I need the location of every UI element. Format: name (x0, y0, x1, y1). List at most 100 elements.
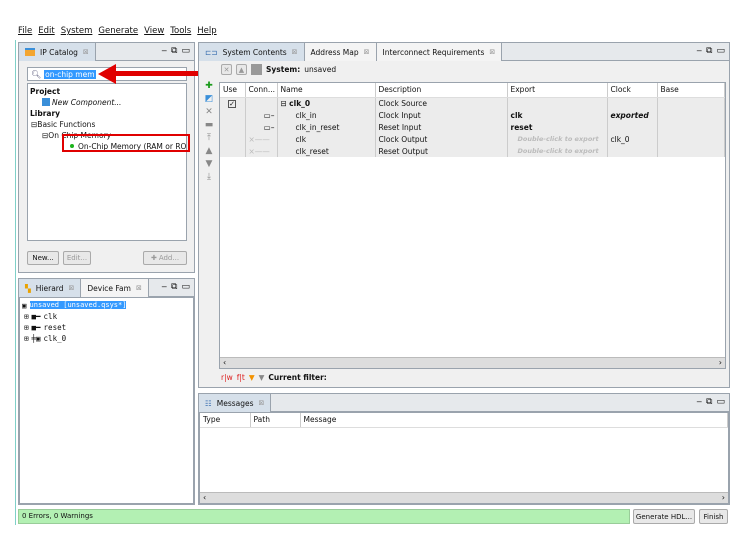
scroll-right-icon[interactable]: › (722, 493, 725, 503)
col-connections[interactable]: Conn... (245, 83, 278, 98)
row-name: clk_in (277, 109, 376, 121)
row-export[interactable]: Double-click to export (507, 133, 608, 145)
connection-line-icon[interactable]: ×—— (245, 133, 278, 145)
table-row[interactable]: ▭– clk_in Clock Input clk exported (220, 109, 725, 121)
col-base[interactable]: Base (657, 83, 725, 98)
connection-port-icon[interactable]: ▭– (245, 121, 278, 133)
clear-filter-icon[interactable]: ▼ (259, 373, 265, 382)
minimize-icon[interactable]: ‒ (696, 46, 702, 56)
move-top-icon[interactable]: ⤒ (207, 133, 211, 143)
scroll-left-icon[interactable]: ‹ (223, 358, 226, 368)
window-controls[interactable]: ‒ ⧉ ▭ (696, 397, 725, 407)
add-component-icon[interactable]: ◩ (205, 94, 214, 104)
col-export[interactable]: Export (507, 83, 608, 98)
close-icon[interactable]: ⊠ (136, 284, 142, 292)
horizontal-scrollbar[interactable]: ‹ › (200, 492, 728, 503)
row-export[interactable]: reset (507, 121, 608, 133)
row-export[interactable]: Double-click to export (507, 145, 608, 157)
tab-address-map[interactable]: Address Map ⊠ (304, 43, 377, 61)
search-icon: 🔍︎ (31, 69, 42, 79)
col-name[interactable]: Name (277, 83, 376, 98)
use-checkbox[interactable]: ✓ (228, 99, 236, 108)
col-type[interactable]: Type (200, 413, 251, 428)
remove-icon[interactable]: ✕ (205, 107, 213, 117)
col-description[interactable]: Description (375, 83, 508, 98)
expand-icon[interactable]: ⊞ (24, 334, 29, 343)
minimize-icon[interactable]: ‒ (696, 397, 702, 407)
close-icon[interactable]: ⊠ (69, 284, 75, 292)
menu-help[interactable]: Help (197, 26, 216, 36)
row-export[interactable]: clk (507, 109, 608, 121)
table-row[interactable]: ×—— clk Clock Output Double-click to export… (220, 133, 725, 145)
scroll-right-icon[interactable]: › (719, 358, 722, 368)
close-icon[interactable]: ⊠ (364, 48, 370, 56)
connection-port-icon[interactable]: ▭– (245, 109, 278, 121)
expand-icon[interactable]: ⊞ (24, 312, 29, 321)
menu-generate[interactable]: Generate (98, 26, 138, 36)
move-bottom-icon[interactable]: ⤓ (207, 172, 211, 182)
tab-device-family[interactable]: Device Fam ⊠ (81, 279, 149, 297)
window-controls[interactable]: ‒ ⧉ ▭ (161, 46, 190, 56)
maximize-icon[interactable]: ▭ (181, 46, 190, 56)
menu-edit[interactable]: Edit (38, 26, 54, 36)
restore-icon[interactable]: ⧉ (706, 397, 712, 407)
col-use[interactable]: Use (220, 83, 246, 98)
menu-tools[interactable]: Tools (170, 26, 191, 36)
menu-system[interactable]: System (61, 26, 93, 36)
horizontal-scrollbar[interactable]: ‹ › (220, 357, 725, 368)
component-icon (42, 98, 50, 106)
add-button[interactable]: ✚ Add... (143, 251, 187, 265)
tree-clk-0[interactable]: ⊞ ╪▣ clk_0 (24, 332, 66, 344)
search-value: on-chip mem (44, 69, 96, 79)
restore-icon[interactable]: ⧉ (171, 282, 177, 292)
row-clock[interactable]: exported (607, 109, 658, 121)
finish-button[interactable]: Finish (699, 509, 728, 524)
table-row[interactable]: ×—— clk_reset Reset Output Double-click to … (220, 145, 725, 157)
menu-file[interactable]: File (18, 26, 32, 36)
restore-icon[interactable]: ⧉ (171, 46, 177, 56)
move-up-icon[interactable]: ▲ (206, 146, 213, 156)
scroll-left-icon[interactable]: ‹ (203, 493, 206, 503)
close-icon[interactable]: ⊠ (292, 48, 298, 56)
col-path[interactable]: Path (250, 413, 301, 428)
tab-interconnect-requirements[interactable]: Interconnect Requirements ⊠ (376, 43, 503, 61)
add-icon[interactable]: ✚ (205, 81, 213, 91)
edit-icon[interactable]: ▬ (205, 120, 214, 130)
col-clock[interactable]: Clock (607, 83, 658, 98)
row-name: clk (277, 133, 376, 145)
maximize-icon[interactable]: ▭ (716, 46, 725, 56)
tab-ip-catalog[interactable]: IP Catalog ⊠ (19, 43, 96, 61)
system-name: unsaved (304, 65, 337, 74)
tab-system-contents[interactable]: ⊏⊐ System Contents ⊠ (199, 43, 305, 61)
filter-rw-icon[interactable]: r|w (221, 373, 233, 382)
minimize-icon[interactable]: ‒ (161, 282, 167, 292)
col-message[interactable]: Message (300, 413, 728, 428)
tab-messages[interactable]: ☷ Messages ⊠ (199, 394, 272, 412)
menu-view[interactable]: View (144, 26, 164, 36)
close-icon[interactable]: ⊠ (83, 48, 89, 56)
collapse-icon[interactable]: ⊟ (281, 99, 290, 108)
close-icon[interactable]: ⊠ (489, 48, 495, 56)
stop-icon[interactable]: ✕ (221, 64, 232, 75)
minimize-icon[interactable]: ‒ (161, 46, 167, 56)
table-row[interactable]: ▭– clk_in_reset Reset Input reset (220, 121, 725, 133)
up-icon[interactable]: ▲ (236, 64, 247, 75)
filter-icon[interactable]: ▼ (249, 373, 255, 382)
filter-ft-icon[interactable]: f|t (237, 373, 245, 382)
table-row[interactable]: ✓ ⊟ clk_0 Clock Source (220, 97, 725, 109)
edit-button[interactable]: Edit... (63, 251, 91, 265)
window-controls[interactable]: ‒ ⧉ ▭ (696, 46, 725, 56)
tab-hierarchy[interactable]: ▚ Hierard ⊠ (19, 279, 82, 297)
restore-icon[interactable]: ⧉ (706, 46, 712, 56)
connection-line-icon[interactable]: ×—— (245, 145, 278, 157)
move-down-icon[interactable]: ▼ (206, 159, 213, 169)
new-button[interactable]: New... (27, 251, 59, 265)
window-controls[interactable]: ‒ ⧉ ▭ (161, 282, 190, 292)
maximize-icon[interactable]: ▭ (181, 282, 190, 292)
close-icon[interactable]: ⊠ (259, 399, 265, 407)
system-icon: ⊏⊐ (205, 47, 218, 57)
maximize-icon[interactable]: ▭ (716, 397, 725, 407)
generate-hdl-button[interactable]: Generate HDL... (633, 509, 695, 524)
expand-icon[interactable]: ⊞ (24, 323, 29, 332)
row-clock[interactable]: clk_0 (607, 133, 658, 145)
